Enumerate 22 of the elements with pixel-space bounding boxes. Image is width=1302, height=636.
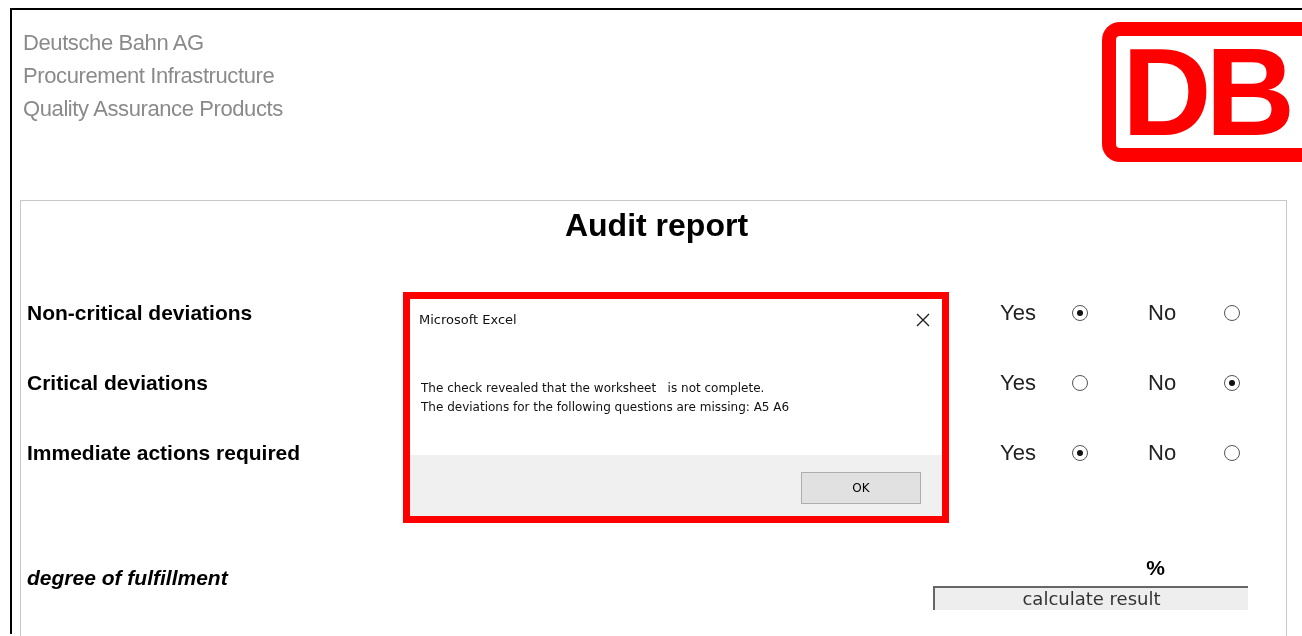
organization-line: Quality Assurance Products <box>23 95 283 123</box>
fulfillment-label: degree of fulfillment <box>27 566 228 591</box>
option-label: Yes <box>1000 370 1037 396</box>
organization-line: Procurement Infrastructure <box>23 62 276 90</box>
option-label: Yes <box>1000 300 1037 326</box>
ok-button[interactable]: OK <box>801 471 921 504</box>
dialog-message: The check revealed that the worksheet is not complete. <box>421 380 766 397</box>
calculate-button[interactable]: calculate result <box>933 586 1248 610</box>
report-title: Audit report <box>563 207 750 244</box>
question-label: Immediate actions required <box>27 441 301 465</box>
option-label: No <box>1147 370 1178 396</box>
question-label: Non-critical deviations <box>27 301 253 325</box>
dialog-title: Microsoft Excel <box>419 312 517 327</box>
percent-unit: % <box>1146 556 1165 580</box>
question-label: Critical deviations <box>27 371 208 395</box>
option-label: No <box>1147 440 1178 466</box>
close-icon[interactable] <box>916 312 930 327</box>
organization-line: Deutsche Bahn AG <box>23 29 205 57</box>
option-label: Yes <box>1000 440 1037 466</box>
dialog-message: The deviations for the following questions are missing: A5 A6 <box>421 399 791 416</box>
company-logo: DB <box>1102 22 1302 162</box>
option-label: No <box>1147 300 1178 326</box>
